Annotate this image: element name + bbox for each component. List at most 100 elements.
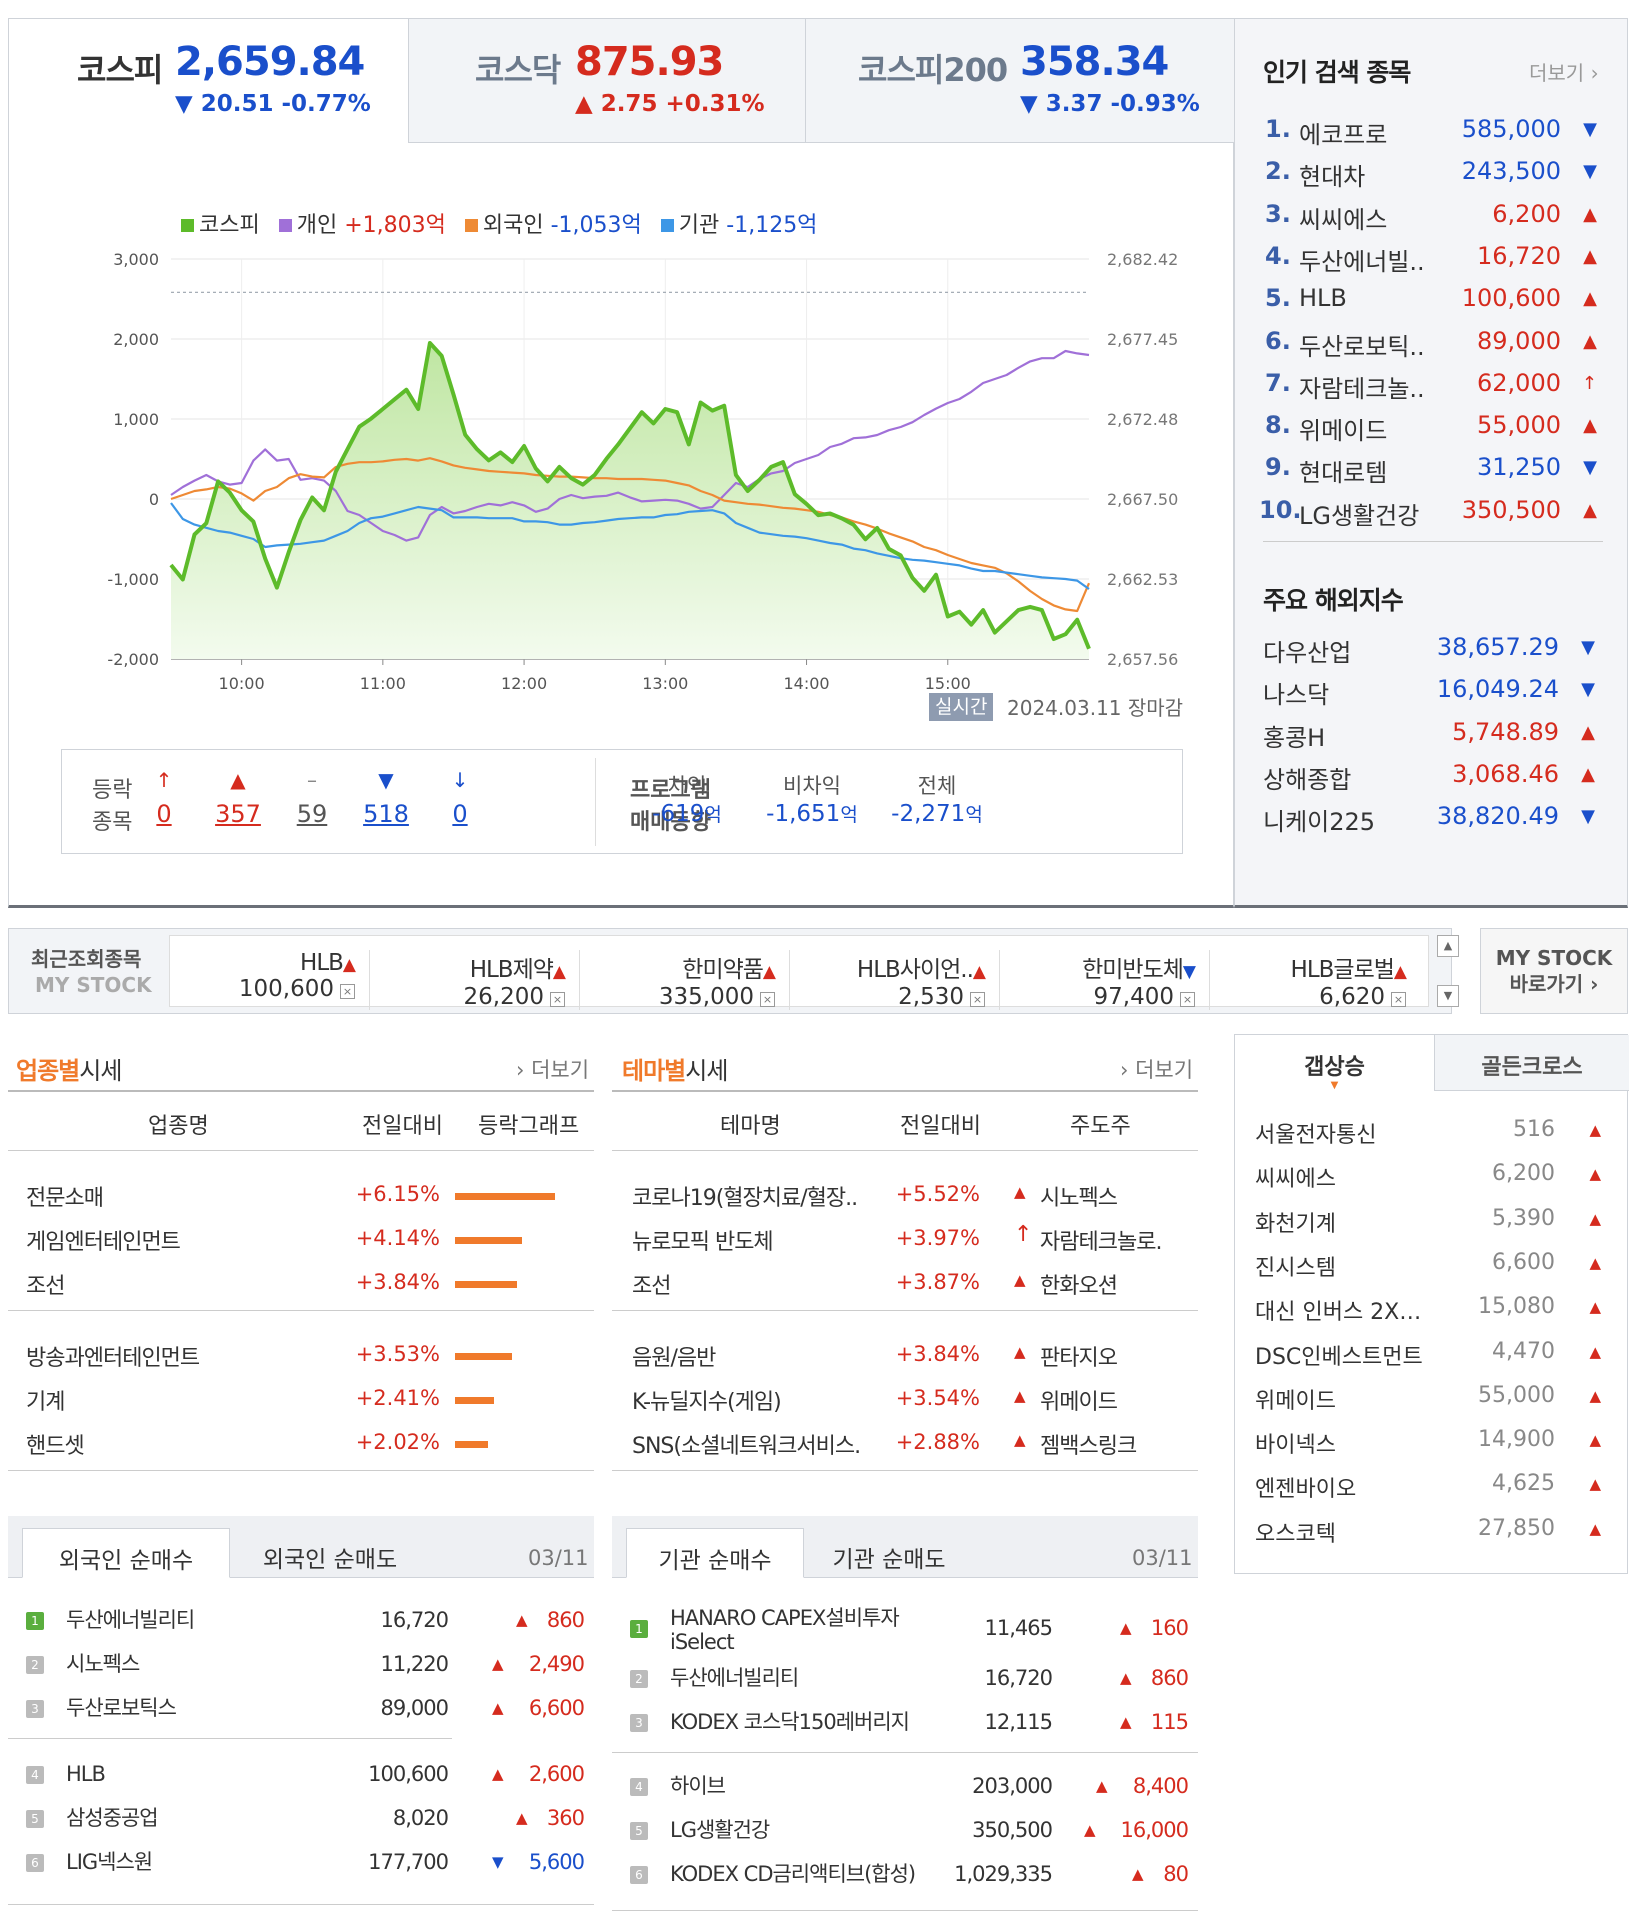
stock-name: 엔젠바이오 <box>1255 1477 1357 1503</box>
popular-item[interactable]: 8. 위메이드 55,000 ▲ <box>1265 411 1605 453</box>
theme-leader[interactable]: 위메이드 <box>1040 1384 1170 1416</box>
recent-item[interactable]: HLB글로벌▲ 6,620 × <box>1220 950 1420 1010</box>
program-amount: -2,271 <box>891 801 966 827</box>
popular-item[interactable]: 7. 자람테크놀.. 62,000 ↑ <box>1265 369 1605 411</box>
sector-name[interactable]: 게임엔터테인먼트 <box>26 1224 181 1256</box>
stock-name[interactable]: LG생활건강 <box>670 1818 770 1842</box>
overseas-item[interactable]: 상해종합 3,068.46 ▲ <box>1263 760 1603 802</box>
stock-name[interactable]: KODEX CD금리액티브(합성) <box>670 1862 916 1886</box>
mystock-button[interactable]: MY STOCK 바로가기 › <box>1480 928 1628 1014</box>
overseas-item[interactable]: 홍콩H 5,748.89 ▲ <box>1263 718 1603 760</box>
breadth-count[interactable]: 59 <box>282 800 342 828</box>
popular-item[interactable]: 1. 에코프로 585,000 ▼ <box>1265 115 1605 157</box>
index-chart[interactable]: 3,000 2,682.42 2,000 2,677.45 1,000 2,672.48 0… <box>89 239 1199 719</box>
scroll-up-icon[interactable]: ▲ <box>1437 935 1459 957</box>
sector-change: +2.41% <box>355 1386 440 1410</box>
theme-leader[interactable]: 자람테크놀로. <box>1040 1224 1170 1256</box>
popular-item[interactable]: 5. HLB 100,600 ▲ <box>1265 284 1605 326</box>
stock-name[interactable]: 삼성중공업 <box>66 1806 159 1830</box>
stock-name: HLB사이언.. <box>856 957 974 983</box>
scroll-down-icon[interactable]: ▼ <box>1437 985 1459 1007</box>
theme-leader[interactable]: 젬백스링크 <box>1040 1428 1170 1460</box>
recent-item[interactable]: 한미반도체▼ 97,400 × <box>1010 950 1210 1010</box>
breadth-count[interactable]: 518 <box>356 800 416 828</box>
recent-item[interactable]: HLB제약▲ 26,200 × <box>380 950 580 1010</box>
up-arrow-icon: ▲ <box>1014 1183 1026 1201</box>
close-icon[interactable]: × <box>760 992 775 1007</box>
breadth-count[interactable]: 0 <box>430 800 490 828</box>
more-label: 더보기 <box>531 1058 590 1082</box>
theme-name[interactable]: 코로나19(혈장치료/혈장.. <box>632 1180 862 1212</box>
theme-name[interactable]: SNS(소셜네트워크서비스.. <box>632 1428 862 1460</box>
rank-badge: 2 <box>26 1656 44 1674</box>
popular-item[interactable]: 10. LG생활건강 350,500 ▲ <box>1259 496 1605 538</box>
close-icon[interactable]: × <box>970 992 985 1007</box>
theme-name[interactable]: 음원/음반 <box>632 1340 862 1372</box>
recent-item[interactable]: 한미약품▲ 335,000 × <box>590 950 790 1010</box>
popular-item[interactable]: 3. 씨씨에스 6,200 ▲ <box>1265 200 1605 242</box>
popular-item[interactable]: 9. 현대로템 31,250 ▼ <box>1265 453 1605 495</box>
sector-name[interactable]: 기계 <box>26 1384 65 1416</box>
recent-item[interactable]: HLB▲ 100,600 × <box>170 950 370 1010</box>
sector-change: +6.15% <box>355 1182 440 1206</box>
popular-title: 인기 검색 종목 <box>1263 58 1411 87</box>
stock-name[interactable]: LIG넥스원 <box>66 1850 153 1874</box>
close-icon[interactable]: × <box>1391 992 1406 1007</box>
sector-title-b: 시세 <box>79 1057 122 1085</box>
stock-name[interactable]: 두산에너빌리티 <box>670 1666 799 1690</box>
theme-name[interactable]: 뉴로모픽 반도체 <box>632 1224 862 1256</box>
stock-name[interactable]: 두산에너빌리티 <box>66 1608 195 1632</box>
tab-foreign-buy[interactable]: 외국인 순매수 <box>22 1528 230 1578</box>
tab-inst-buy[interactable]: 기관 순매수 <box>626 1528 804 1578</box>
popular-item[interactable]: 6. 두산로보틱.. 89,000 ▲ <box>1265 327 1605 369</box>
stock-name[interactable]: KODEX 코스닥150레버리지 <box>670 1710 910 1734</box>
overseas-item[interactable]: 니케이225 38,820.49 ▼ <box>1263 802 1603 844</box>
stock-name[interactable]: HANARO CAPEX설비투자 iSelect <box>670 1606 900 1654</box>
down-arrow-icon: ▼ <box>1583 457 1597 479</box>
close-icon[interactable]: × <box>340 984 355 999</box>
tab-inst-sell[interactable]: 기관 순매도 <box>804 1528 974 1578</box>
tab-golden-cross[interactable]: 골든크로스 <box>1435 1035 1629 1091</box>
theme-leader[interactable]: 시노펙스 <box>1040 1180 1170 1212</box>
theme-leader[interactable]: 한화오션 <box>1040 1268 1170 1300</box>
more-label: 더보기 <box>1529 61 1585 85</box>
tab-foreign-sell[interactable]: 외국인 순매도 <box>230 1528 430 1578</box>
stock-name[interactable]: 하이브 <box>670 1774 726 1798</box>
popular-item[interactable]: 4. 두산에너빌.. 16,720 ▲ <box>1265 242 1605 284</box>
theme-title-a: 테마별 <box>622 1057 686 1085</box>
theme-leader[interactable]: 판타지오 <box>1040 1340 1170 1372</box>
tab-gap-up[interactable]: 갭상승 ▼ <box>1235 1035 1435 1091</box>
theme-title: 테마별시세 <box>622 1051 728 1086</box>
tab-kospi[interactable]: 코스피 2,659.84 ▼ 20.51 -0.77% <box>9 19 409 143</box>
sector-name[interactable]: 전문소매 <box>26 1180 104 1212</box>
breadth-count[interactable]: 0 <box>134 800 194 828</box>
stock-name: 위메이드 <box>1299 417 1388 446</box>
popular-item[interactable]: 2. 현대차 243,500 ▼ <box>1265 157 1605 199</box>
down-arrow-icon: ▼ <box>1581 806 1595 828</box>
breadth-count[interactable]: 357 <box>208 800 268 828</box>
close-icon[interactable]: × <box>1180 992 1195 1007</box>
sector-name[interactable]: 방송과엔터테인먼트 <box>26 1340 200 1372</box>
breadth-label: 종목 <box>92 810 133 835</box>
tab-kosdaq[interactable]: 코스닥 875.93 ▲ 2.75 +0.31% <box>409 19 806 143</box>
recent-item[interactable]: HLB사이언..▲ 2,530 × <box>800 950 1000 1010</box>
index-change: ▼ 20.51 -0.77% <box>175 91 371 117</box>
stock-name[interactable]: 시노펙스 <box>66 1652 140 1676</box>
overseas-item[interactable]: 다우산업 38,657.29 ▼ <box>1263 633 1603 675</box>
stock-name[interactable]: HLB <box>66 1762 106 1786</box>
sector-name[interactable]: 조선 <box>26 1268 65 1300</box>
theme-name[interactable]: 조선 <box>632 1268 862 1300</box>
close-icon[interactable]: × <box>550 992 565 1007</box>
recent-price-row: 100,600 × <box>170 976 355 1002</box>
tab-kospi200[interactable]: 코스피200 358.34 ▼ 3.37 -0.93% <box>806 19 1235 143</box>
theme-name[interactable]: K-뉴딜지수(게임) <box>632 1384 862 1416</box>
sector-more-link[interactable]: › 더보기 <box>516 1054 589 1084</box>
sector-name[interactable]: 핸드셋 <box>26 1428 85 1460</box>
more-link[interactable]: 더보기 › <box>1529 57 1599 86</box>
overseas-item[interactable]: 나스닥 16,049.24 ▼ <box>1263 675 1603 717</box>
divider <box>1263 541 1603 542</box>
theme-more-link[interactable]: › 더보기 <box>1120 1054 1193 1084</box>
index-value: 875.93 <box>575 39 724 85</box>
stock-name[interactable]: 두산로보틱스 <box>66 1696 177 1720</box>
rank: 2. <box>1265 157 1291 186</box>
